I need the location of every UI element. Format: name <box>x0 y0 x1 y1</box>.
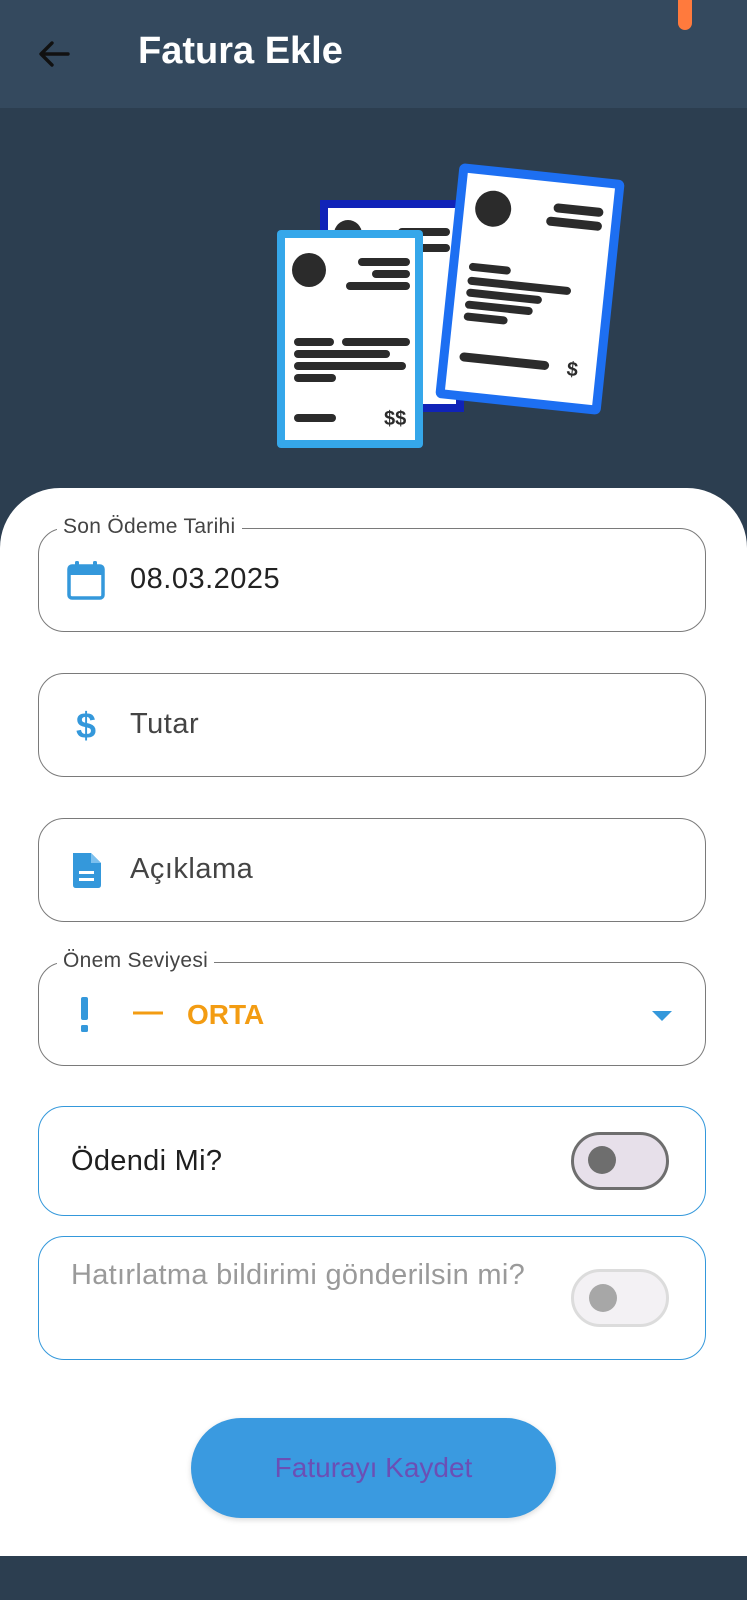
description-placeholder: Açıklama <box>130 853 254 885</box>
left-card-symbol: $$ <box>384 408 406 430</box>
save-invoice-button[interactable]: Faturayı Kaydet <box>191 1418 556 1518</box>
paid-label: Ödendi Mi? <box>71 1145 223 1177</box>
priority-dropdown[interactable]: Önem Seviyesi — ORTA <box>38 949 706 1066</box>
calendar-icon <box>65 559 107 601</box>
priority-marker: — <box>133 995 163 1028</box>
due-date-label: Son Ödeme Tarihi <box>57 515 242 539</box>
right-card-symbol: $ <box>566 358 579 381</box>
invoice-card-left: $$ <box>277 230 423 448</box>
due-date-value: 08.03.2025 <box>130 563 281 595</box>
bottom-bar <box>0 1556 747 1600</box>
document-icon <box>65 849 107 891</box>
dollar-icon: $ <box>65 704 107 746</box>
reminder-label: Hatırlatma bildirimi gönderilsin mi? <box>71 1259 525 1291</box>
invoice-illustration: $$ $$ <box>0 108 747 488</box>
priority-label: Önem Seviyesi <box>57 949 215 973</box>
priority-value: ORTA <box>187 999 265 1030</box>
reminder-switch[interactable] <box>571 1269 669 1327</box>
reminder-switch-knob <box>589 1284 617 1312</box>
due-date-field[interactable]: Son Ödeme Tarihi 08.03.2025 <box>38 515 706 632</box>
arrow-left-icon <box>39 41 70 67</box>
invoice-card-right: $ <box>435 163 625 415</box>
exclamation-icon <box>65 993 107 1035</box>
svg-text:$: $ <box>76 705 96 746</box>
dropdown-arrow-icon[interactable] <box>651 1009 673 1021</box>
reminder-toggle-card[interactable]: Hatırlatma bildirimi gönderilsin mi? <box>38 1236 706 1360</box>
back-button[interactable] <box>32 32 76 76</box>
amount-field[interactable]: $ Tutar <box>38 673 706 777</box>
paid-switch-knob <box>588 1146 616 1174</box>
description-field[interactable]: Açıklama <box>38 818 706 922</box>
app-bar: Fatura Ekle <box>0 0 747 108</box>
page-title: Fatura Ekle <box>138 30 343 72</box>
paid-toggle-card[interactable]: Ödendi Mi? <box>38 1106 706 1216</box>
corner-mark <box>678 0 692 30</box>
paid-switch[interactable] <box>571 1132 669 1190</box>
amount-placeholder: Tutar <box>130 708 200 740</box>
